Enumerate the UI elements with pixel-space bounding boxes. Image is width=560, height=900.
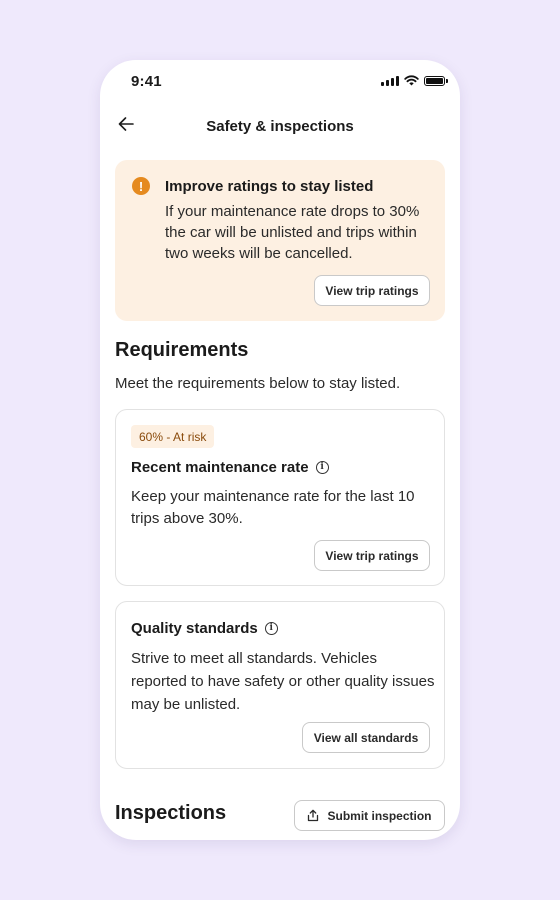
status-time: 9:41 [131,73,162,90]
card-title-text: Recent maintenance rate [131,459,309,476]
maintenance-rate-card: 60% - At risk Recent maintenance rate i … [115,409,445,586]
submit-inspection-button[interactable]: Submit inspection [294,800,445,831]
card-title-text: Quality standards [131,620,258,637]
battery-icon [424,75,448,86]
view-all-standards-button[interactable]: View all standards [302,722,430,753]
status-badge: 60% - At risk [131,425,215,448]
view-trip-ratings-button[interactable]: View trip ratings [314,540,430,571]
submit-inspection-label: Submit inspection [327,808,432,823]
quality-standards-body: Strive to meet all standards. Vehicles r… [131,650,435,713]
requirements-heading: Requirements [115,339,249,361]
cellular-signal-icon [381,75,399,86]
quality-standards-card: Quality standards i Strive to meet all s… [115,601,445,769]
inspections-heading: Inspections [115,802,227,824]
alert-banner: ! Improve ratings to stay listed If your… [115,160,445,321]
page-title: Safety & inspections [206,118,354,135]
wifi-icon [404,75,419,86]
phone-screen: 9:41 Safety & inspections ! Improve rati… [100,60,460,840]
alert-title: Improve ratings to stay listed [165,178,374,195]
quality-standards-title: Quality standards i [131,620,278,637]
status-bar: 9:41 [100,60,460,104]
maintenance-rate-body: Keep your maintenance rate for the last … [131,488,415,527]
status-icons [381,75,448,86]
info-icon[interactable]: i [315,461,329,474]
alert-body: If your maintenance rate drops to 30% th… [165,203,420,262]
warning-icon: ! [132,177,150,195]
maintenance-rate-title: Recent maintenance rate i [131,459,329,476]
upload-icon [308,809,319,822]
requirements-subtitle: Meet the requirements below to stay list… [115,375,401,392]
info-icon[interactable]: i [264,622,278,635]
view-trip-ratings-button[interactable]: View trip ratings [314,275,430,306]
